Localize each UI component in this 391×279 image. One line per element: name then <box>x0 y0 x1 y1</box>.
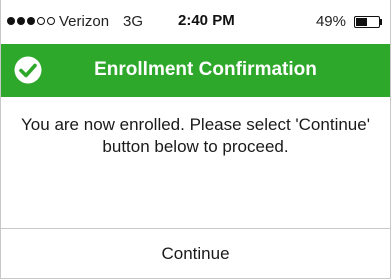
battery-fill <box>356 18 367 26</box>
status-bar: Verizon 3G 2:40 PM 49% <box>1 0 390 44</box>
confirmation-message: You are now enrolled. Please select 'Con… <box>21 115 370 156</box>
page-title: Enrollment Confirmation <box>94 59 317 80</box>
signal-dot <box>37 17 45 25</box>
signal-dot <box>7 17 15 25</box>
battery-icon <box>354 16 384 28</box>
network-type: 3G <box>123 13 144 30</box>
signal-dot <box>17 17 25 25</box>
signal-dot <box>27 17 35 25</box>
battery-percentage: 49% <box>315 13 346 30</box>
signal-dot <box>47 17 55 25</box>
enrollment-confirmation-screen: Verizon 3G 2:40 PM 49% Enrollment Confir… <box>0 0 391 279</box>
signal-strength-icon <box>7 17 55 25</box>
carrier-name: Verizon <box>59 13 110 30</box>
header-bar: Enrollment Confirmation <box>1 44 390 97</box>
status-time: 2:40 PM <box>178 12 235 29</box>
continue-button[interactable]: Continue <box>1 229 390 278</box>
